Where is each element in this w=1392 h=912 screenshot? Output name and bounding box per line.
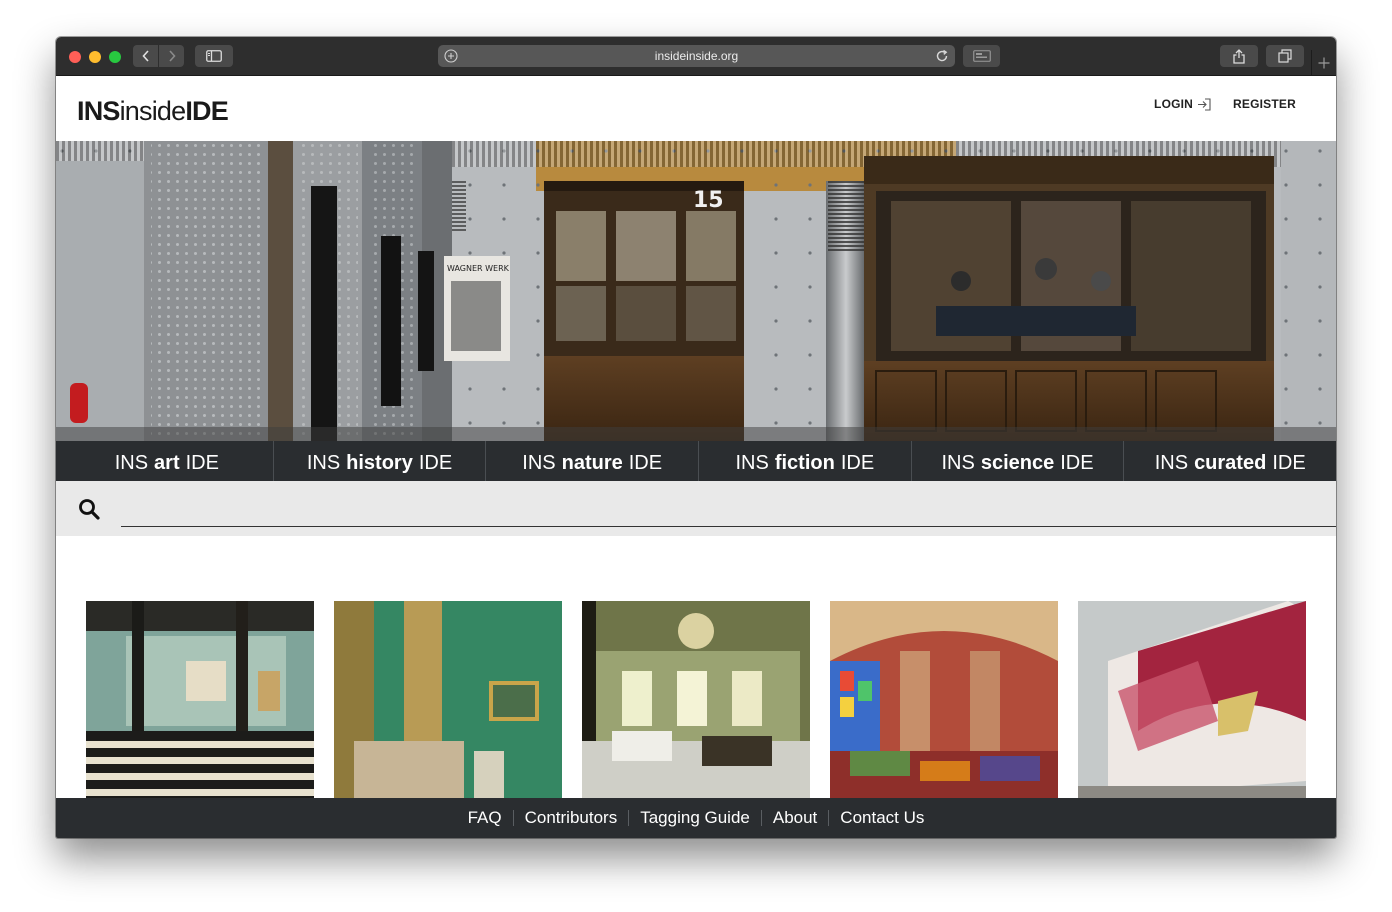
- search-icon[interactable]: [78, 498, 100, 520]
- category-prefix: INS: [735, 451, 769, 474]
- browser-window: insideinside.org INSinsideIDE LOGIN REGI…: [56, 37, 1336, 838]
- thumbnail-grid: [86, 601, 1306, 798]
- url-text: insideinside.org: [654, 49, 739, 63]
- tabs-overview-button[interactable]: [1266, 45, 1304, 67]
- hero-scene: WAGNER WERK 15: [56, 141, 1336, 441]
- register-link[interactable]: REGISTER: [1233, 97, 1296, 111]
- category-nature[interactable]: INS nature IDE: [485, 441, 698, 481]
- history-nav: [133, 45, 184, 67]
- category-word: science: [980, 451, 1055, 474]
- site-header: INSinsideIDE LOGIN REGISTER: [56, 76, 1336, 141]
- category-word: history: [346, 451, 413, 474]
- footer-link-contributors[interactable]: Contributors: [514, 808, 629, 828]
- share-button[interactable]: [1220, 45, 1258, 67]
- category-word: nature: [561, 451, 623, 474]
- category-suffix: IDE: [185, 451, 219, 474]
- share-icon: [1233, 48, 1245, 64]
- footer-link-tagging-guide[interactable]: Tagging Guide: [629, 808, 761, 828]
- forward-button[interactable]: [159, 45, 184, 67]
- category-nav: INS art IDE INS history IDE INS nature IDE INS…: [56, 441, 1336, 481]
- browser-toolbar: insideinside.org: [56, 37, 1336, 76]
- hero-image: WAGNER WERK 15: [56, 141, 1336, 441]
- new-tab-button[interactable]: [1311, 50, 1336, 75]
- category-prefix: INS: [306, 451, 341, 474]
- maximize-window-button[interactable]: [109, 51, 121, 63]
- footer-link-about[interactable]: About: [762, 808, 828, 828]
- back-button[interactable]: [133, 45, 158, 67]
- tabs-icon: [1278, 49, 1292, 63]
- category-prefix: INS: [941, 451, 975, 474]
- logo-ins: INS: [77, 96, 120, 126]
- site-logo[interactable]: INSinsideIDE: [77, 96, 229, 127]
- category-history[interactable]: INS history IDE: [272, 441, 486, 481]
- thumbnail-interior-history[interactable]: [334, 601, 562, 798]
- poster-text: WAGNER WERK: [447, 264, 510, 273]
- category-suffix: IDE: [1060, 451, 1094, 474]
- search-input[interactable]: [121, 494, 1336, 527]
- minimize-window-button[interactable]: [89, 51, 101, 63]
- category-prefix: INS: [1154, 451, 1189, 474]
- logo-inside: inside: [119, 96, 187, 126]
- reader-icon: [972, 50, 991, 62]
- auth-links: LOGIN REGISTER: [1154, 97, 1296, 111]
- category-word: curated: [1194, 451, 1267, 474]
- category-word: fiction: [774, 451, 835, 474]
- logo-ide: IDE: [185, 96, 228, 126]
- footer-link-contact-us[interactable]: Contact Us: [829, 808, 935, 828]
- thumbnail-interior-science[interactable]: [1078, 601, 1306, 798]
- chevron-left-icon: [141, 50, 149, 62]
- category-curated[interactable]: INS curated IDE: [1123, 441, 1336, 481]
- thumbnail-interior-art[interactable]: [86, 601, 314, 798]
- site-footer: FAQ Contributors Tagging Guide About Con…: [56, 798, 1336, 838]
- login-link[interactable]: LOGIN: [1154, 97, 1211, 111]
- category-suffix: IDE: [628, 451, 663, 474]
- sidebar-toggle-button[interactable]: [195, 45, 233, 67]
- category-suffix: IDE: [418, 451, 453, 474]
- footer-link-faq[interactable]: FAQ: [457, 808, 513, 828]
- category-science[interactable]: INS science IDE: [910, 441, 1124, 481]
- category-art[interactable]: INS art IDE: [56, 441, 273, 481]
- close-window-button[interactable]: [69, 51, 81, 63]
- add-bookmark-icon[interactable]: [444, 49, 458, 63]
- category-suffix: IDE: [840, 451, 875, 474]
- address-bar[interactable]: insideinside.org: [438, 45, 955, 67]
- plus-icon: [1318, 57, 1330, 68]
- login-label: LOGIN: [1154, 97, 1194, 111]
- thumbnail-interior-fiction[interactable]: [830, 601, 1058, 798]
- login-icon: [1198, 97, 1211, 111]
- category-prefix: INS: [522, 451, 556, 474]
- search-bar: [56, 481, 1336, 536]
- category-suffix: IDE: [1272, 451, 1306, 474]
- booth-number: 15: [693, 188, 724, 213]
- chevron-right-icon: [168, 50, 176, 62]
- category-fiction[interactable]: INS fiction IDE: [698, 441, 911, 481]
- sidebar-icon: [206, 50, 222, 62]
- reload-icon[interactable]: [935, 49, 949, 63]
- category-prefix: INS: [114, 451, 149, 474]
- category-word: art: [154, 451, 180, 474]
- thumbnail-interior-nature[interactable]: [582, 601, 810, 798]
- reader-view-button[interactable]: [963, 45, 1000, 67]
